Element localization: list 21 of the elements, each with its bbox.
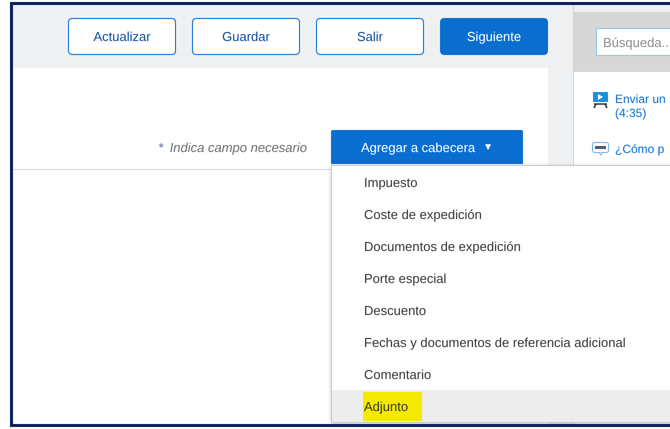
menu-item[interactable]: Impuesto [332,166,670,198]
menu-item-label: Porte especial [364,270,446,286]
required-field-note: * Indica campo necesario [158,140,307,155]
menu-item-label: Descuento [364,302,426,318]
toolbar-button[interactable]: Salir [316,18,424,55]
help-link[interactable]: ¿Cómo p [615,142,664,156]
menu-item[interactable]: Adjunto [332,390,670,422]
highlighted-label: Adjunto [363,392,422,420]
menu-item-label: Coste de expedición [364,206,482,222]
add-to-header-button[interactable]: Agregar a cabecera ▼ [331,130,523,164]
menu-item-label: Impuesto [364,174,418,190]
help-link[interactable]: Enviar un (4:35) [615,92,666,120]
primary-button[interactable]: Siguiente [440,18,548,55]
menu-item-label: Comentario [364,366,432,382]
faq-icon [592,142,609,156]
search-field[interactable]: Búsqueda... [596,28,670,56]
toolbar-button[interactable]: Guardar [192,18,300,55]
menu-item-label: Documentos de expedición [364,238,521,254]
toolbar-button[interactable]: Actualizar [68,18,176,55]
menu-item-label: Fechas y documentos de referencia adicional [364,334,626,350]
video-icon [592,92,609,109]
